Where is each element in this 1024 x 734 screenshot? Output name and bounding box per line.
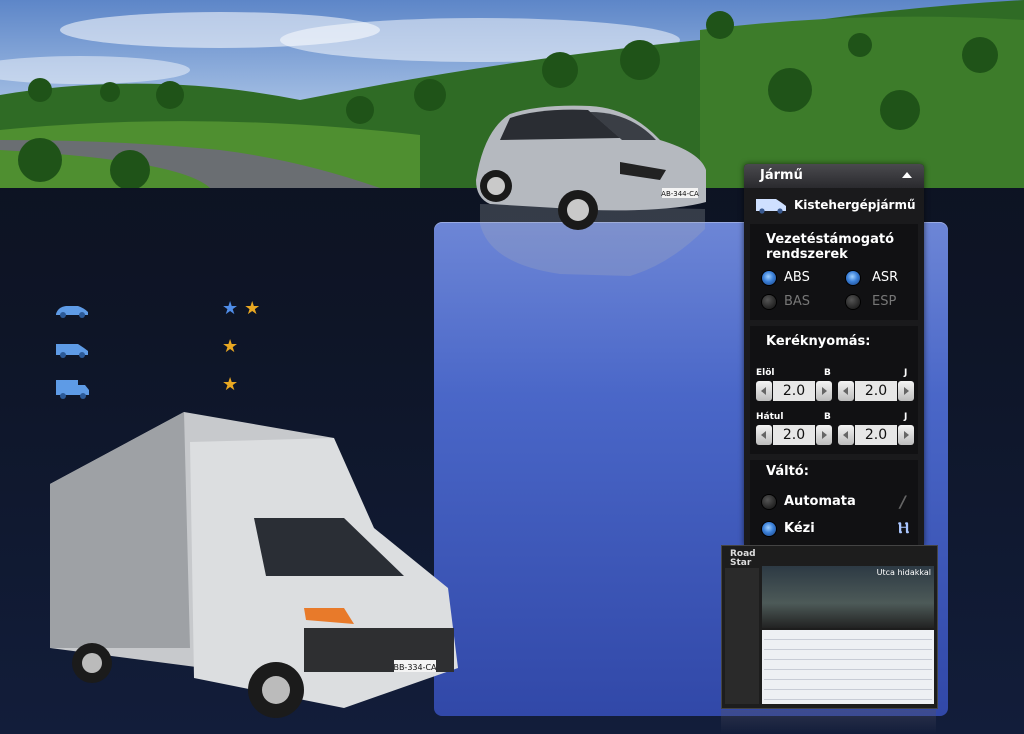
thumbnail-sidebar <box>725 568 759 704</box>
decrease-button[interactable] <box>838 425 854 445</box>
front-left-stepper[interactable]: 2.0 <box>756 380 832 402</box>
tire-pressure-section: Keréknyomás: Elöl B J 2.0 2.0 Hátul B J … <box>750 326 918 454</box>
manual-gear-icon: Ⲏ <box>898 518 910 537</box>
gearbox-title: Váltó: <box>766 464 809 479</box>
vehicle-settings-panel: Jármű Kistehergépjármű Vezetéstámogató r… <box>744 164 924 546</box>
roadstar-logo: Road Star <box>730 549 756 568</box>
vehicle-rating-legend: ★ ★ ★ ★ <box>54 298 284 412</box>
thumbnail-caption: Utca hidakkal <box>876 568 931 577</box>
thumbnail-reflection <box>721 710 936 734</box>
truck-icon <box>54 378 92 404</box>
bas-label: BAS <box>784 294 811 309</box>
increase-button[interactable] <box>898 425 914 445</box>
van-icon <box>54 340 90 362</box>
vehicle-type-label: Kistehergépjármű <box>794 198 916 212</box>
decrease-button[interactable] <box>838 381 854 401</box>
manual-radio[interactable] <box>762 522 776 536</box>
star-icon: ★ <box>222 374 239 395</box>
collapse-icon[interactable] <box>902 172 912 178</box>
rear-left-stepper[interactable]: 2.0 <box>756 424 832 446</box>
left-label: B <box>824 368 831 378</box>
assist-systems-section: Vezetéstámogató rendszerek ABS ASR BAS E… <box>750 224 918 320</box>
asr-label: ASR <box>872 270 899 285</box>
front-right-value: 2.0 <box>855 381 897 401</box>
car-icon <box>54 302 90 322</box>
left-label: B <box>824 412 831 422</box>
front-left-value: 2.0 <box>773 381 815 401</box>
esp-label: ESP <box>872 294 897 309</box>
right-label: J <box>904 368 908 378</box>
car-plate: AB-344-CA <box>661 190 699 198</box>
increase-button[interactable] <box>816 425 832 445</box>
rear-right-value: 2.0 <box>855 425 897 445</box>
increase-button[interactable] <box>898 381 914 401</box>
truck-plate: BB-334-CA <box>393 663 437 672</box>
gearbox-section: Váltó: Automata / Kézi Ⲏ <box>750 460 918 546</box>
right-label: J <box>904 412 908 422</box>
panel-title: Jármű <box>760 168 803 183</box>
front-label: Elöl <box>756 368 775 378</box>
tire-pressure-title: Keréknyomás: <box>766 334 871 349</box>
thumbnail-list <box>762 630 934 704</box>
automatic-gear-icon: / <box>900 492 906 511</box>
decrease-button[interactable] <box>756 381 772 401</box>
car-image: AB-344-CA <box>470 100 710 244</box>
app-preview-thumbnail[interactable]: Road Star Utca hidakkal <box>721 545 938 709</box>
rear-right-stepper[interactable]: 2.0 <box>838 424 914 446</box>
abs-label: ABS <box>784 270 810 285</box>
manual-label: Kézi <box>784 521 815 536</box>
panel-header[interactable]: Jármű <box>744 164 924 188</box>
assist-title: Vezetéstámogató rendszerek <box>766 232 895 262</box>
increase-button[interactable] <box>816 381 832 401</box>
legend-row-car: ★ ★ <box>54 298 284 336</box>
decrease-button[interactable] <box>756 425 772 445</box>
automatic-radio[interactable] <box>762 495 776 509</box>
star-icon: ★ <box>222 298 239 319</box>
asr-radio[interactable] <box>846 271 860 285</box>
scene: AB-344-CA ★ ★ ★ ★ BB-334-CA Jármű Kisteh… <box>0 0 1024 734</box>
automatic-label: Automata <box>784 494 856 509</box>
rear-label: Hátul <box>756 412 784 422</box>
star-icon: ★ <box>222 336 239 357</box>
van-icon <box>754 196 788 218</box>
abs-radio[interactable] <box>762 271 776 285</box>
front-right-stepper[interactable]: 2.0 <box>838 380 914 402</box>
star-icon: ★ <box>244 298 261 319</box>
legend-row-van: ★ <box>54 336 284 374</box>
esp-radio[interactable] <box>846 295 860 309</box>
bas-radio[interactable] <box>762 295 776 309</box>
legend-row-truck: ★ <box>54 374 284 412</box>
rear-left-value: 2.0 <box>773 425 815 445</box>
vehicle-type-selector[interactable]: Kistehergépjármű <box>754 196 919 216</box>
truck-image: BB-334-CA <box>44 408 464 732</box>
